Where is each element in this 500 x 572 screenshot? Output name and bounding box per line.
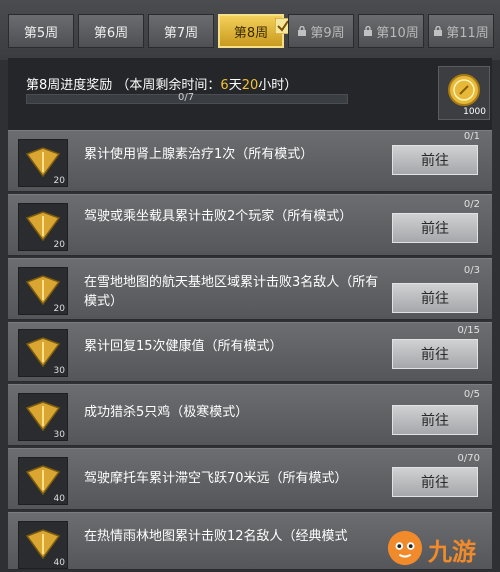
level-label: 40: [53, 494, 65, 504]
task-progress: 0/3: [463, 265, 480, 276]
tab-label: 第7周: [163, 25, 199, 41]
chevron-badge-icon: 40: [18, 521, 68, 569]
tab-week-5[interactable]: 第5周: [8, 14, 74, 48]
go-button[interactable]: 前往: [392, 405, 478, 435]
title-prefix: 第8周进度奖励 （本周剩余时间：: [26, 78, 221, 93]
tab-week-11[interactable]: 第11周: [428, 14, 494, 48]
level-label: 20: [53, 176, 65, 186]
weekly-progress-panel: 第8周进度奖励 （本周剩余时间：6天20小时） 0/7 1000: [8, 58, 492, 131]
task-progress: 0/70: [457, 453, 480, 464]
go-button[interactable]: 前往: [392, 145, 478, 175]
level-label: 30: [53, 430, 65, 440]
task-description: 驾驶摩托车累计滞空飞跃70米远（所有模式）: [84, 471, 348, 486]
task-row: 40 驾驶摩托车累计滞空飞跃70米远（所有模式） 0/70 前往: [8, 448, 492, 510]
task-row: 30 累计回复15次健康值（所有模式） 0/15 前往: [8, 322, 492, 382]
tab-label: 第9周: [310, 25, 345, 41]
task-description: 在热情雨林地图累计击败12名敌人（经典模式: [84, 529, 348, 544]
task-progress: 0/15: [457, 325, 480, 336]
tab-week-8[interactable]: 第8周: [218, 14, 291, 48]
task-row: 20 驾驶或乘坐载具累计击败2个玩家（所有模式） 0/2 前往: [8, 194, 492, 256]
task-progress: 0/1: [463, 131, 480, 142]
tab-label: 第11周: [446, 25, 489, 41]
level-label: 40: [53, 558, 65, 568]
watermark-text: 九游: [428, 538, 476, 566]
lock-icon: [298, 26, 307, 36]
task-progress: 0/5: [463, 389, 480, 400]
chevron-badge-icon: 20: [18, 267, 68, 315]
chevron-badge-icon: 30: [18, 393, 68, 441]
task-description: 驾驶或乘坐载具累计击败2个玩家（所有模式）: [84, 209, 353, 224]
lock-icon: [434, 26, 443, 36]
task-row: 20 累计使用肾上腺素治疗1次（所有模式） 0/1 前往: [8, 130, 492, 192]
go-button[interactable]: 前往: [392, 467, 478, 497]
tab-label: 第10周: [376, 25, 419, 41]
tab-week-9[interactable]: 第9周: [288, 14, 354, 48]
tab-week-10[interactable]: 第10周: [358, 14, 424, 48]
progress-count: 0/7: [178, 92, 195, 103]
days-value: 6: [220, 78, 229, 93]
chevron-badge-icon: 40: [18, 457, 68, 505]
hours-unit: 小时）: [258, 78, 298, 93]
level-label: 20: [53, 304, 65, 314]
chevron-badge-icon: 20: [18, 203, 68, 251]
level-label: 30: [53, 366, 65, 376]
task-description: 累计回复15次健康值（所有模式）: [84, 339, 283, 354]
chevron-badge-icon: 30: [18, 329, 68, 377]
tab-week-6[interactable]: 第6周: [78, 14, 144, 48]
go-button[interactable]: 前往: [392, 213, 478, 243]
go-button[interactable]: 前往: [392, 339, 478, 369]
task-row: 30 成功猎杀5只鸡（极寒模式） 0/5 前往: [8, 384, 492, 446]
week-tab-bar: 第5周 第6周 第7周 第8周 第9周 第10周 第11周: [0, 0, 500, 60]
hours-value: 20: [241, 78, 259, 93]
go-button[interactable]: 前往: [392, 283, 478, 313]
task-description: 在雪地地图的航天基地区域累计击败3名敌人（所有模式）: [84, 275, 379, 309]
reward-item[interactable]: 1000: [438, 66, 490, 120]
reward-count: 1000: [463, 107, 486, 117]
task-row: 20 在雪地地图的航天基地区域累计击败3名敌人（所有模式） 0/3 前往: [8, 258, 492, 320]
tab-week-7[interactable]: 第7周: [148, 14, 214, 48]
chevron-badge-icon: 20: [18, 139, 68, 187]
level-label: 20: [53, 240, 65, 250]
days-unit: 天: [228, 78, 242, 93]
progress-title: 第8周进度奖励 （本周剩余时间：6天20小时）: [26, 74, 297, 93]
tab-label: 第6周: [93, 25, 129, 41]
fox-logo-icon: [387, 530, 423, 566]
tab-label: 第5周: [23, 25, 59, 41]
task-description: 累计使用肾上腺素治疗1次（所有模式）: [84, 147, 314, 162]
task-progress: 0/2: [463, 199, 480, 210]
lock-icon: [364, 26, 373, 36]
watermark: 九游: [384, 528, 496, 568]
tab-label: 第8周: [233, 25, 269, 41]
task-description: 成功猎杀5只鸡（极寒模式）: [84, 405, 249, 420]
